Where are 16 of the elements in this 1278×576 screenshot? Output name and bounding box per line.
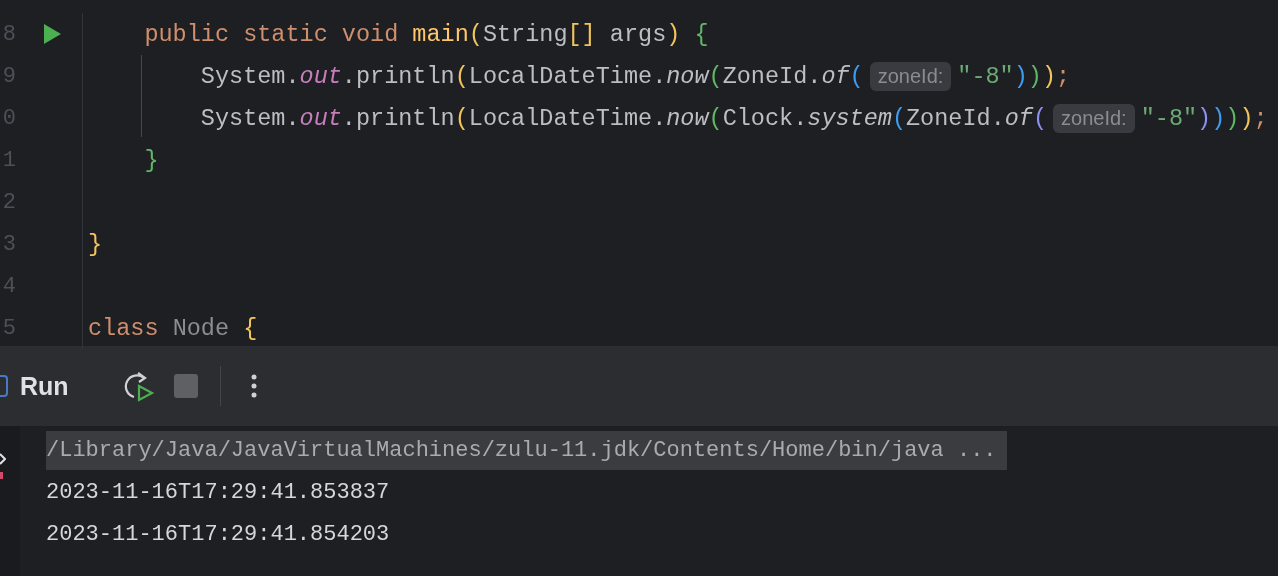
panel-title: Run — [20, 371, 69, 401]
code-text: System.out.println(LocalDateTime.now(ZoneId.of( — [199, 62, 864, 90]
code-text: } — [88, 230, 103, 258]
code-text: } — [143, 146, 159, 174]
parameter-hint: zoneId: — [869, 61, 952, 91]
run-icon[interactable] — [42, 23, 62, 45]
console-line: 2023-11-16T17:29:41.854203 — [46, 520, 390, 549]
code-text: public static void main(String[] args) { — [143, 20, 709, 48]
more-icon[interactable] — [250, 374, 257, 398]
code-text: System.out.println(LocalDateTime.now(Clock.system(ZoneId.of( — [199, 104, 1048, 132]
parameter-hint: zoneId: — [1053, 103, 1135, 133]
console-line: 2023-11-16T17:29:41.853837 — [46, 478, 390, 507]
code-text: "-8")))); — [1140, 104, 1268, 132]
code-text: class Node { — [88, 314, 258, 342]
error-mark-icon — [0, 472, 3, 479]
code-text: "-8"))); — [957, 62, 1071, 90]
